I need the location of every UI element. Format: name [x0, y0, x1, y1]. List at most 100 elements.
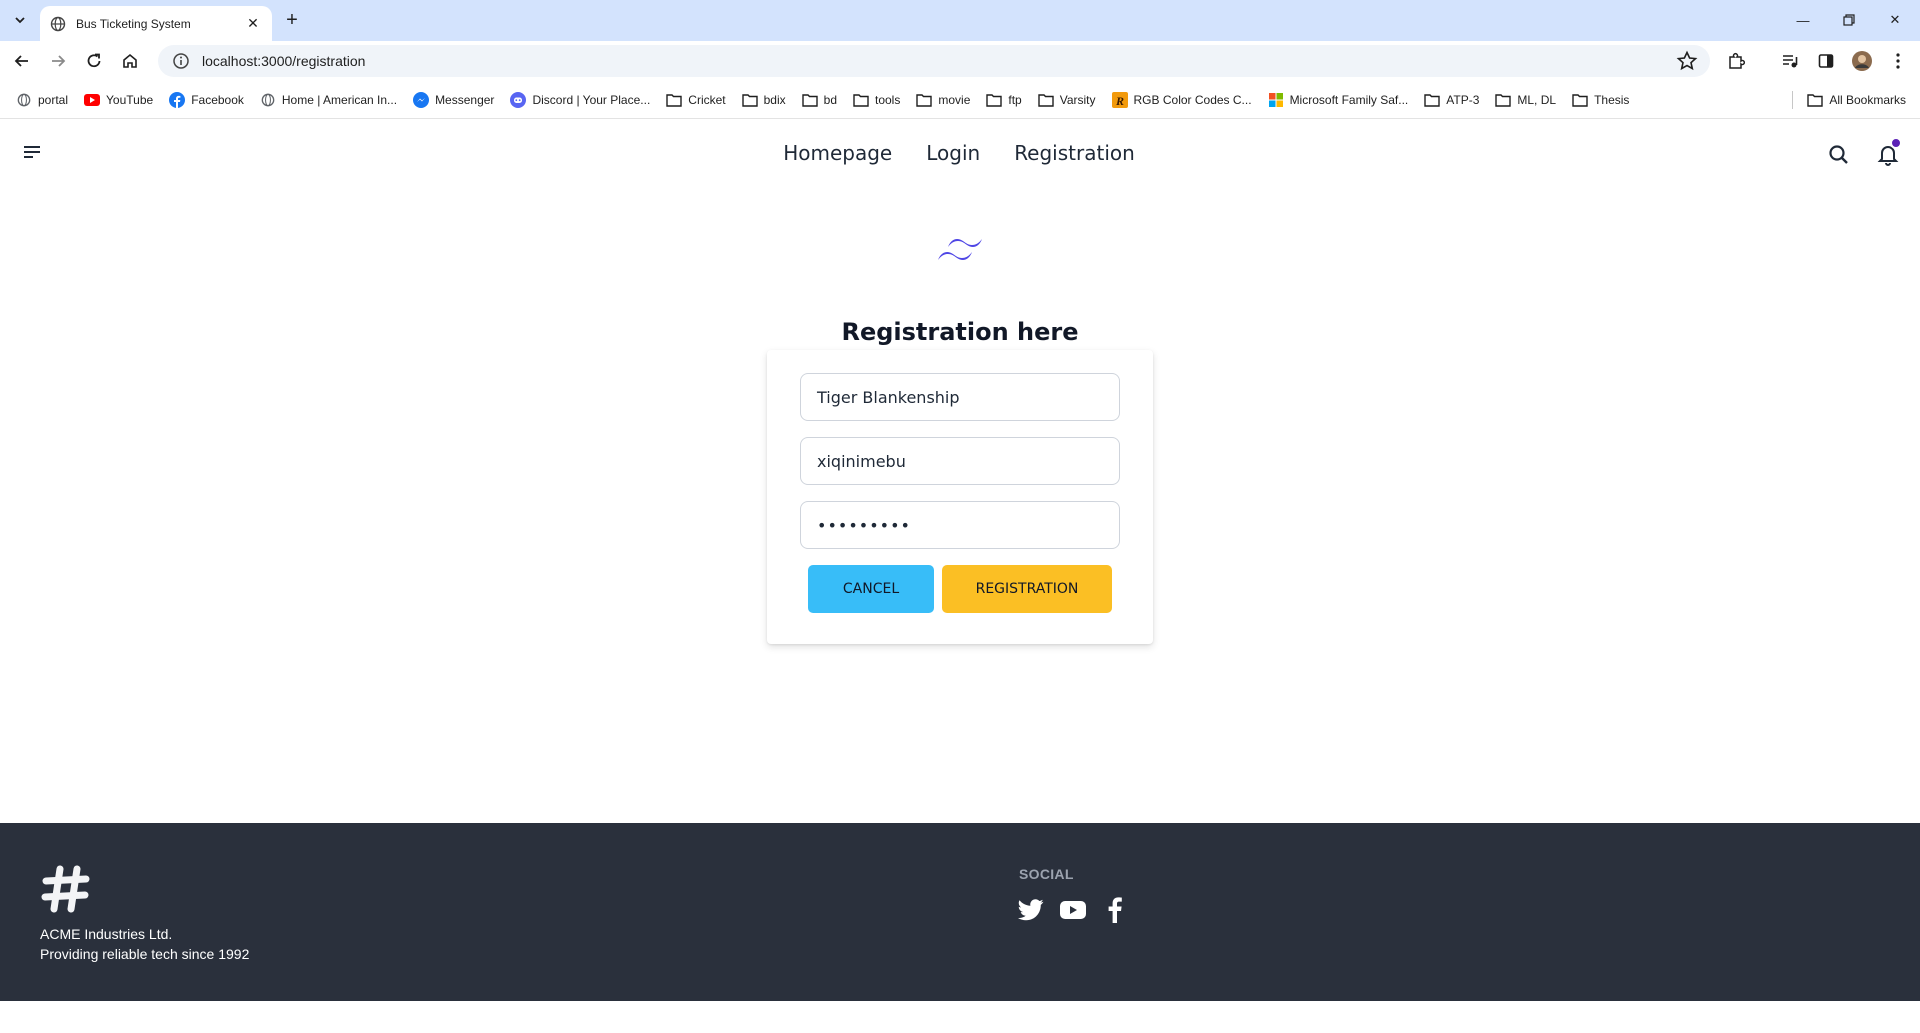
extensions-puzzle-icon[interactable]: [1722, 47, 1750, 75]
registration-card: Tiger Blankenship xiqinimebu ••••••••• C…: [767, 350, 1153, 644]
tailwind-logo-icon: [936, 234, 984, 268]
media-controls-icon[interactable]: [1776, 47, 1804, 75]
bookmark-label: Varsity: [1059, 92, 1096, 107]
bookmark-youtube[interactable]: YouTube: [78, 86, 159, 114]
close-window-icon[interactable]: ✕: [1872, 6, 1918, 34]
cancel-button[interactable]: CANCEL: [808, 565, 934, 613]
bookmark-label: Facebook: [191, 92, 244, 107]
bookmark-folder-atp3[interactable]: ATP-3: [1418, 86, 1485, 114]
bookmark-facebook[interactable]: Facebook: [163, 86, 250, 114]
bookmark-folder-ml-dl[interactable]: ML, DL: [1489, 86, 1562, 114]
site-info-icon[interactable]: [172, 52, 190, 70]
folder-icon: [853, 92, 869, 108]
facebook-icon[interactable]: [1102, 897, 1128, 923]
bookmark-messenger[interactable]: Messenger: [407, 86, 500, 114]
registration-submit-button[interactable]: REGISTRATION: [942, 565, 1112, 613]
bookmark-label: Thesis: [1594, 92, 1630, 107]
bookmark-folder-cricket[interactable]: Cricket: [660, 86, 731, 114]
social-heading: SOCIAL: [1019, 866, 1074, 882]
bookmarks-divider: [1792, 91, 1794, 109]
bookmark-label: ATP-3: [1446, 92, 1480, 107]
forward-arrow-icon[interactable]: [44, 47, 72, 75]
bookmark-label: ftp: [1008, 92, 1022, 107]
folder-icon: [986, 92, 1003, 108]
address-bar[interactable]: localhost:3000/registration: [158, 45, 1710, 77]
restore-icon[interactable]: [1826, 6, 1872, 34]
close-tab-icon[interactable]: ✕: [244, 15, 262, 33]
profile-avatar[interactable]: [1848, 47, 1876, 75]
nav-link-homepage[interactable]: Homepage: [783, 141, 892, 165]
app-navbar: Homepage Login Registration: [0, 120, 1920, 186]
nav-link-registration[interactable]: Registration: [1014, 141, 1135, 165]
bookmark-folder-thesis[interactable]: Thesis: [1566, 86, 1635, 114]
bookmark-microsoft-family[interactable]: Microsoft Family Saf...: [1262, 86, 1415, 114]
folder-icon: [801, 92, 818, 108]
bookmark-label: tools: [875, 92, 901, 107]
youtube-icon[interactable]: [1060, 897, 1086, 923]
social-icons: [1018, 897, 1128, 923]
new-tab-plus-icon[interactable]: +: [280, 8, 304, 32]
username-input[interactable]: xiqinimebu: [800, 437, 1120, 485]
bookmark-label: Messenger: [435, 92, 495, 107]
home-icon[interactable]: [116, 47, 144, 75]
bookmark-label: RGB Color Codes C...: [1133, 92, 1252, 107]
bookmark-label: bdix: [763, 92, 786, 107]
browser-tab-active[interactable]: Bus Ticketing System ✕: [40, 6, 272, 41]
url-text: localhost:3000/registration: [202, 53, 366, 69]
svg-text:R: R: [1115, 94, 1124, 108]
all-bookmarks-label: All Bookmarks: [1829, 93, 1906, 107]
bookmark-folder-varsity[interactable]: Varsity: [1032, 86, 1102, 114]
folder-icon: [916, 92, 933, 108]
reload-icon[interactable]: [80, 47, 108, 75]
bookmark-label: Discord | Your Place...: [532, 92, 651, 107]
messenger-icon: [413, 91, 430, 108]
tab-list-chevron-icon[interactable]: [8, 8, 32, 32]
footer: ACME Industries Ltd. Providing reliable …: [0, 823, 1920, 1001]
folder-icon: [1807, 93, 1824, 107]
minimize-icon[interactable]: —: [1780, 6, 1826, 34]
folder-icon: [1038, 92, 1054, 108]
folder-icon: [741, 92, 758, 108]
registration-title: Registration here: [841, 318, 1079, 346]
bookmark-label: YouTube: [106, 92, 154, 107]
bookmark-discord[interactable]: Discord | Your Place...: [504, 86, 656, 114]
bookmark-folder-tools[interactable]: tools: [847, 86, 906, 114]
folder-icon: [1424, 92, 1440, 108]
bookmark-label: movie: [938, 92, 971, 107]
bookmark-folder-bdix[interactable]: bdix: [736, 86, 792, 114]
back-arrow-icon[interactable]: [8, 47, 36, 75]
nav-links: Homepage Login Registration: [0, 120, 1920, 186]
bookmark-rgb-codes[interactable]: R RGB Color Codes C...: [1106, 86, 1258, 114]
bookmark-label: Microsoft Family Saf...: [1289, 92, 1409, 107]
bookmark-folder-movie[interactable]: movie: [910, 86, 976, 114]
globe-icon: [260, 92, 276, 108]
folder-icon: [1495, 92, 1512, 108]
bookmark-label: Cricket: [688, 92, 726, 107]
twitter-icon[interactable]: [1018, 897, 1044, 923]
company-tagline: Providing reliable tech since 1992: [40, 946, 250, 962]
bookmark-label: bd: [823, 92, 837, 107]
full-name-input[interactable]: Tiger Blankenship: [800, 373, 1120, 421]
browser-tab-bar: Bus Ticketing System ✕ + — ✕: [0, 0, 1920, 41]
bookmark-star-icon[interactable]: [1676, 50, 1698, 72]
tab-title: Bus Ticketing System: [76, 16, 191, 31]
search-icon[interactable]: [1826, 142, 1852, 168]
bookmark-folder-bd[interactable]: bd: [796, 86, 843, 114]
bookmark-portal[interactable]: portal: [10, 86, 74, 114]
globe-icon: [50, 16, 66, 31]
hashtag-logo-icon: [40, 863, 92, 915]
microsoft-icon: [1268, 92, 1284, 108]
password-input[interactable]: •••••••••: [800, 501, 1120, 549]
nav-link-login[interactable]: Login: [926, 141, 980, 165]
bookmark-folder-ftp[interactable]: ftp: [980, 86, 1027, 114]
browser-toolbar: localhost:3000/registration: [0, 41, 1920, 81]
facebook-icon: [169, 91, 186, 108]
company-name: ACME Industries Ltd.: [40, 926, 173, 942]
browser-menu-dots-icon[interactable]: [1884, 47, 1912, 75]
side-panel-icon[interactable]: [1812, 47, 1840, 75]
youtube-icon: [84, 92, 101, 108]
globe-icon: [16, 92, 32, 108]
footer-company-info: ACME Industries Ltd. Providing reliable …: [40, 924, 249, 964]
bookmark-american[interactable]: Home | American In...: [254, 86, 403, 114]
all-bookmarks-button[interactable]: All Bookmarks: [1792, 86, 1906, 114]
